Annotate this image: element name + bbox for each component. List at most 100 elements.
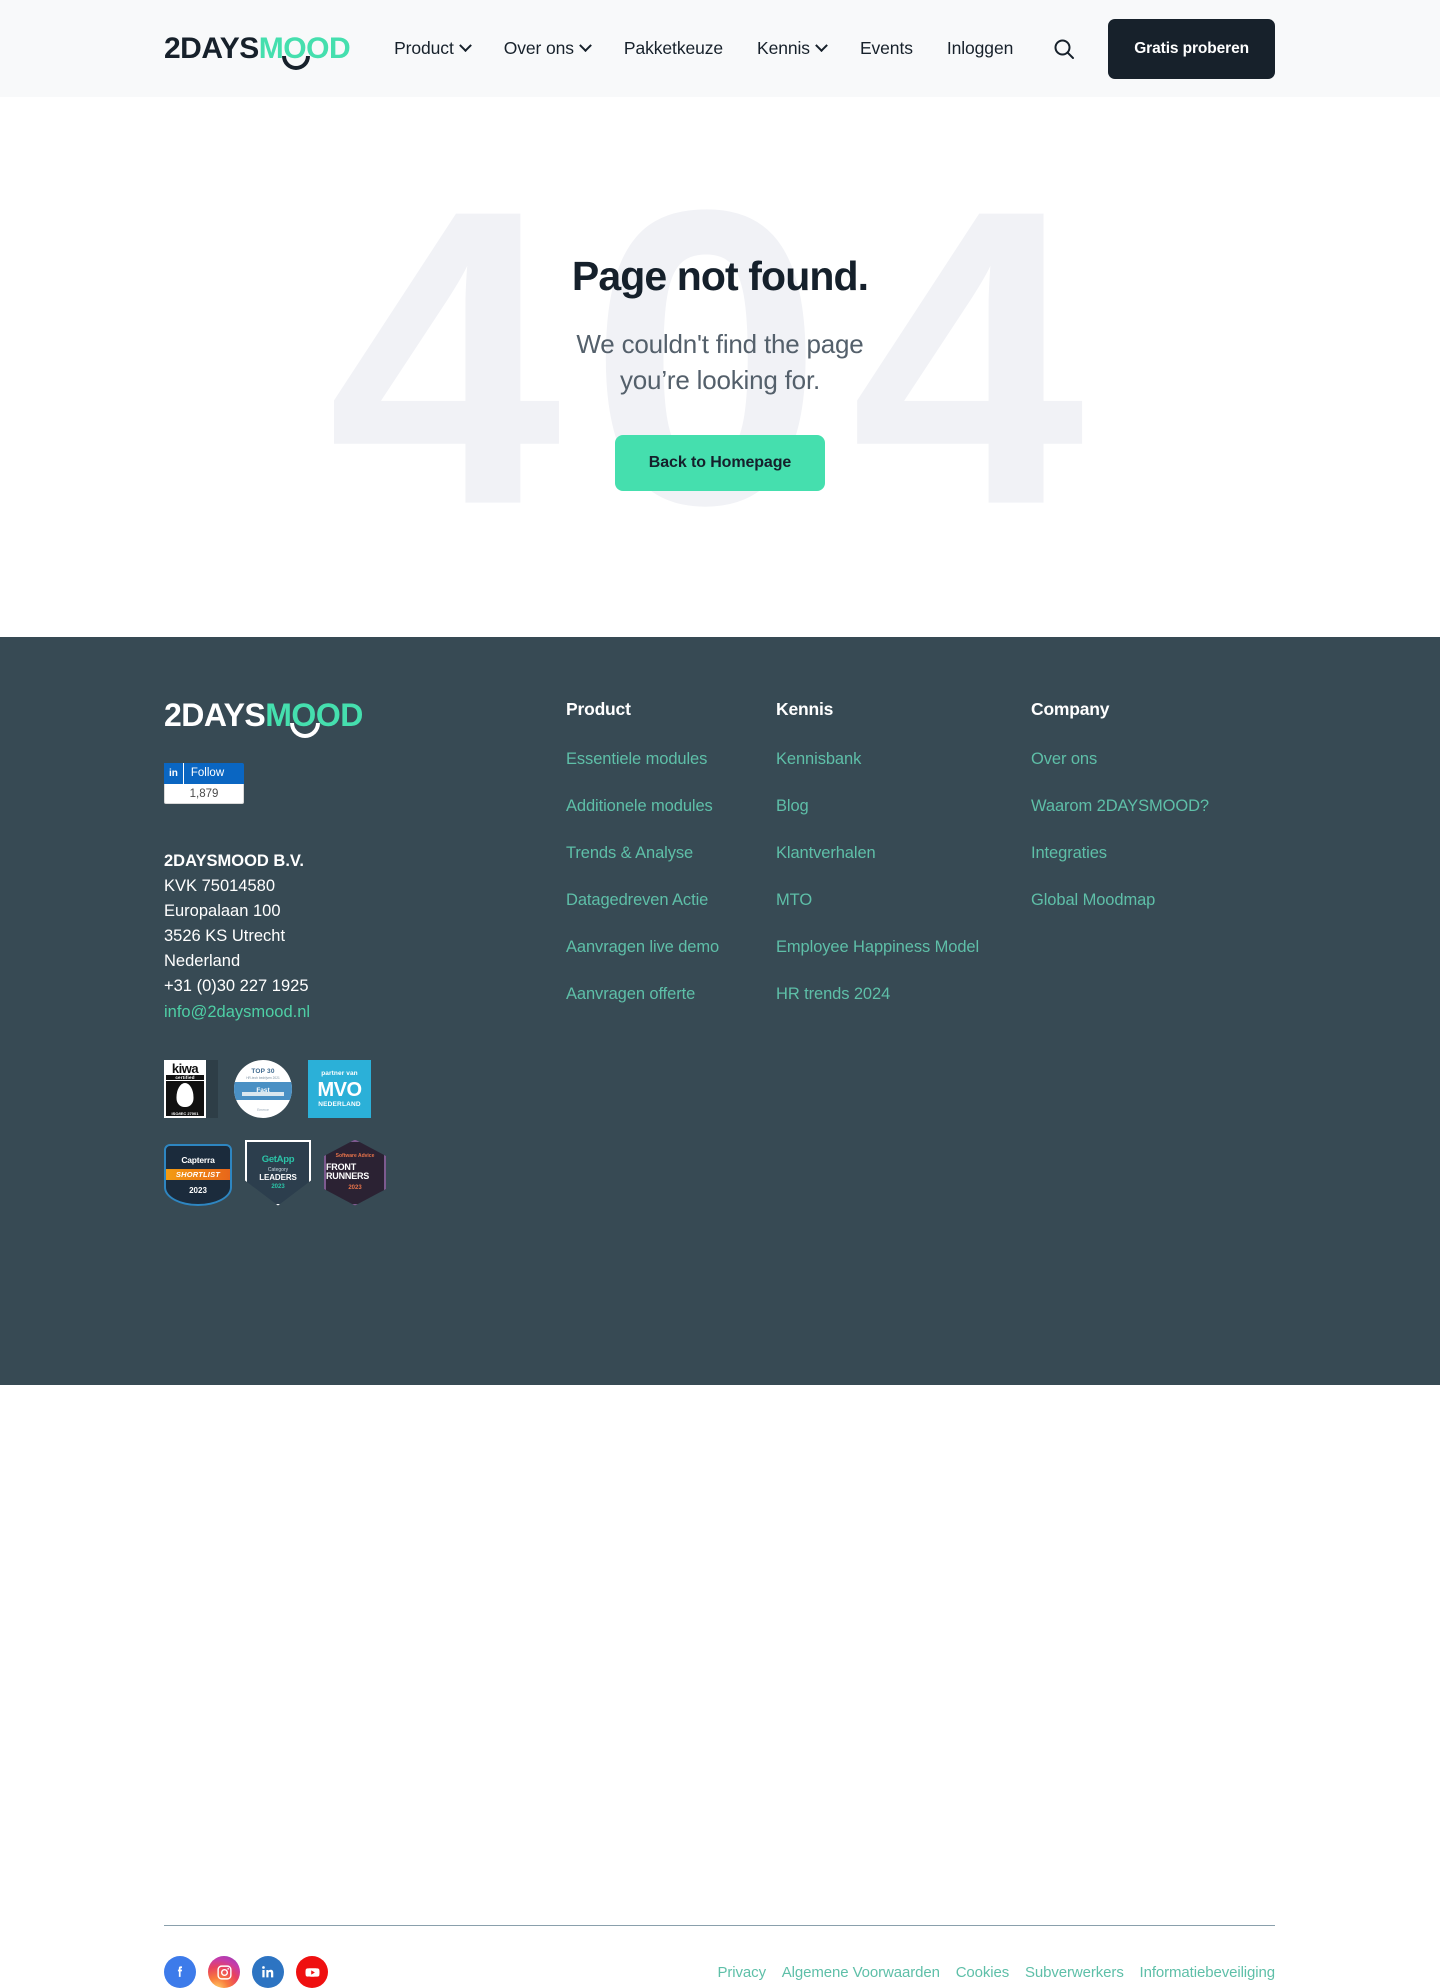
- kiwa-certified-badge: kiwa certified ISO/IEC 27001: [164, 1059, 218, 1118]
- footer-logo-smile-icon: [290, 723, 320, 738]
- company-country: Nederland: [164, 952, 241, 971]
- mvo-badge-bot: NEDERLAND: [318, 1100, 361, 1108]
- footer-link-over-ons[interactable]: Over ons: [1031, 750, 1271, 769]
- instagram-icon: [216, 1964, 232, 1980]
- kiwa-badge-emblem: [166, 1080, 204, 1111]
- social-links: [164, 1956, 328, 1988]
- chevron-down-icon: [815, 39, 828, 53]
- company-phone: +31 (0)30 227 1925: [164, 977, 309, 996]
- top30-badge-bottom: Emerce: [257, 1107, 269, 1112]
- nav-item-kennis[interactable]: Kennis: [740, 38, 843, 59]
- linkedin-icon: in: [164, 763, 184, 784]
- footer-link-essentiele-modules[interactable]: Essentiele modules: [566, 750, 776, 769]
- youtube-link[interactable]: [296, 1956, 328, 1988]
- nav-item-label: Events: [859, 38, 913, 58]
- nav-item-inloggen[interactable]: Inloggen: [930, 38, 1030, 59]
- nav-item-pakketkeuze[interactable]: Pakketkeuze: [607, 38, 740, 59]
- footer-brand-column: 2DAYSMOOD in Follow 1,879 2DAYSMOOD B.V.…: [164, 699, 564, 1206]
- company-email-link[interactable]: info@2daysmood.nl: [164, 1000, 310, 1025]
- footer-link-blog[interactable]: Blog: [776, 797, 1031, 816]
- footer-link-waarom-2daysmood[interactable]: Waarom 2DAYSMOOD?: [1031, 797, 1271, 816]
- nav-item-label: Pakketkeuze: [623, 38, 724, 58]
- company-kvk: KVK 75014580: [164, 877, 276, 896]
- footer-column-heading: Kennis: [776, 699, 834, 719]
- youtube-icon: [304, 1967, 320, 1977]
- facebook-link[interactable]: [164, 1956, 196, 1988]
- linkedin-follower-count: 1,879: [164, 784, 244, 804]
- error-hero-content: Page not found. We couldn't find the pag…: [0, 97, 1440, 491]
- separator: |: [707, 1963, 712, 1981]
- site-footer: 2DAYSMOOD in Follow 1,879 2DAYSMOOD B.V.…: [0, 637, 1440, 1988]
- footer-divider: [164, 1925, 1275, 1926]
- kiwa-badge-inner: kiwa certified ISO/IEC 27001: [164, 1059, 206, 1118]
- top30-badge: TOP 30 HR-tech bedrijven 2021 Fast Emerc…: [234, 1059, 292, 1118]
- site-logo[interactable]: 2DAYSMOOD: [164, 31, 351, 70]
- footer-link-kennisbank[interactable]: Kennisbank: [776, 750, 1031, 769]
- capterra-badge-ribbon: SHORTLIST: [166, 1168, 230, 1180]
- kiwa-badge-word: kiwa: [171, 1060, 199, 1076]
- search-icon: [1054, 39, 1075, 59]
- nav-item-over-ons[interactable]: Over ons: [487, 38, 607, 59]
- nav-item-label: Product: [394, 38, 454, 58]
- mvo-badge-mid: MVO: [317, 1078, 362, 1101]
- nav-item-events[interactable]: Events: [843, 38, 930, 59]
- footer-column-kennis: Kennis Kennisbank Blog Klantverhalen MTO…: [776, 699, 1031, 1004]
- legal-link-informatiebeveiliging[interactable]: Informatiebeveiliging: [1140, 1964, 1276, 1981]
- footer-link-additionele-modules[interactable]: Additionele modules: [566, 797, 776, 816]
- footer-logo[interactable]: 2DAYSMOOD: [164, 699, 363, 738]
- footer-link-hr-trends-2024[interactable]: HR trends 2024: [776, 985, 1031, 1004]
- search-button[interactable]: [1030, 37, 1090, 61]
- front-runners-badge-source: Software Advice: [335, 1153, 375, 1160]
- error-subtitle-line1: We couldn't find the page: [576, 329, 864, 360]
- footer-link-employee-happiness-model[interactable]: Employee Happiness Model: [776, 938, 1031, 957]
- gratis-proberen-button[interactable]: Gratis proberen: [1108, 18, 1275, 79]
- copyright-text: © 2024 2DAYSMOOD: [555, 1963, 702, 1981]
- footer-link-aanvragen-live-demo[interactable]: Aanvragen live demo: [566, 938, 776, 957]
- back-to-homepage-button[interactable]: Back to Homepage: [614, 434, 826, 491]
- footer-link-aanvragen-offerte[interactable]: Aanvragen offerte: [566, 985, 776, 1004]
- footer-link-mto[interactable]: MTO: [776, 891, 1031, 910]
- separator: |: [1015, 1963, 1019, 1981]
- capterra-badge-brand: Capterra: [181, 1154, 215, 1165]
- mvo-nederland-badge: partner van MVO NEDERLAND: [308, 1059, 371, 1118]
- linkedin-follow-widget[interactable]: in Follow 1,879: [164, 763, 244, 804]
- footer-link-global-moodmap[interactable]: Global Moodmap: [1031, 891, 1271, 910]
- separator: |: [1129, 1963, 1134, 1981]
- capterra-shortlist-badge: Capterra SHORTLIST 2023: [164, 1143, 232, 1206]
- linkedin-link[interactable]: [252, 1956, 284, 1988]
- page-title: Page not found.: [571, 253, 869, 299]
- kiwa-bird-icon: [176, 1082, 194, 1107]
- logo-text-primary: 2DAYS: [164, 31, 259, 65]
- company-street: Europalaan 100: [164, 902, 281, 921]
- certification-badges-row-2: Capterra SHORTLIST 2023 GetApp Category …: [164, 1139, 564, 1206]
- linkedin-follow-label: Follow: [190, 767, 225, 779]
- footer-grid: 2DAYSMOOD in Follow 1,879 2DAYSMOOD B.V.…: [164, 699, 1275, 1206]
- nav-item-label: Over ons: [503, 38, 574, 58]
- top30-badge-sub: HR-tech bedrijven 2021: [246, 1075, 280, 1080]
- company-postal-city: 3526 KS Utrecht: [164, 927, 286, 946]
- chevron-down-icon: [579, 39, 592, 53]
- getapp-badge-year: 2023: [271, 1183, 285, 1190]
- legal-link-privacy[interactable]: Privacy: [718, 1964, 767, 1981]
- legal-link-algemene-voorwaarden[interactable]: Algemene Voorwaarden: [782, 1964, 940, 1981]
- error-subtitle-line2: you’re looking for.: [620, 365, 820, 396]
- legal-link-subverwerkers[interactable]: Subverwerkers: [1025, 1964, 1124, 1981]
- footer-link-datagedreven-actie[interactable]: Datagedreven Actie: [566, 891, 776, 910]
- copyright-bar: © 2024 2DAYSMOOD | Privacy | Algemene Vo…: [556, 1964, 1275, 1981]
- company-address: 2DAYSMOOD B.V. KVK 75014580 Europalaan 1…: [164, 849, 564, 1026]
- error-hero-section: 404 Page not found. We couldn't find the…: [0, 97, 1440, 637]
- footer-link-integraties[interactable]: Integraties: [1031, 844, 1271, 863]
- instagram-link[interactable]: [208, 1956, 240, 1988]
- linkedin-icon: [262, 1966, 274, 1978]
- kiwa-badge-foot: ISO/IEC 27001: [166, 1110, 204, 1116]
- legal-link-cookies[interactable]: Cookies: [956, 1964, 1010, 1981]
- linkedin-follow-bar[interactable]: in Follow: [164, 763, 244, 784]
- footer-link-trends-analyse[interactable]: Trends & Analyse: [566, 844, 776, 863]
- software-advice-front-runners-badge: Software Advice FRONT RUNNERS 2023: [324, 1139, 386, 1206]
- footer-link-klantverhalen[interactable]: Klantverhalen: [776, 844, 1031, 863]
- getapp-category-leaders-badge: GetApp Category LEADERS 2023: [245, 1139, 311, 1206]
- footer-bottom-bar: © 2024 2DAYSMOOD | Privacy | Algemene Vo…: [164, 1956, 1275, 1988]
- getapp-badge-brand: GetApp: [261, 1153, 295, 1165]
- nav-item-label: Kennis: [757, 38, 810, 58]
- nav-item-product[interactable]: Product: [377, 38, 487, 59]
